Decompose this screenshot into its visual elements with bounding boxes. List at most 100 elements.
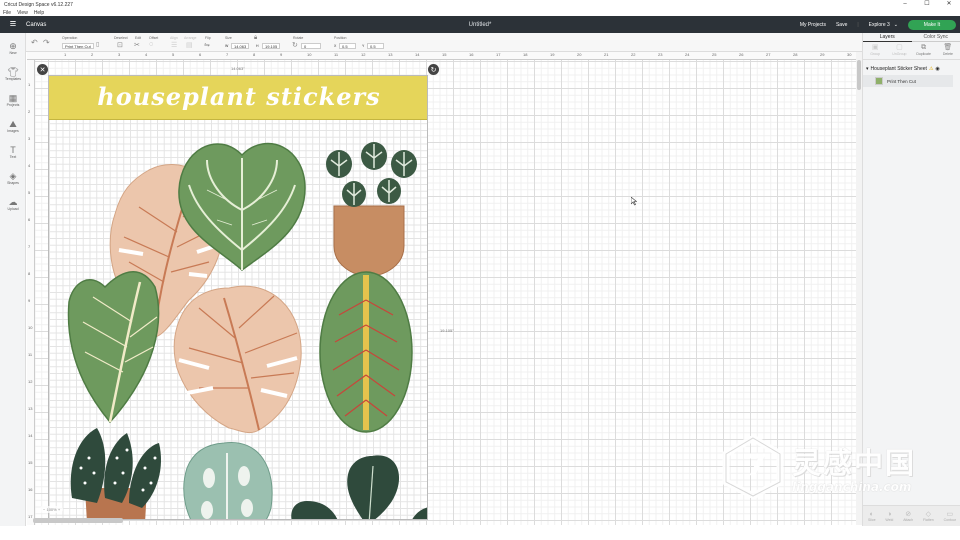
size-width-input[interactable]: 14.063 [231,43,249,49]
delete-button[interactable]: 🗑︎ Delete [937,44,959,59]
sidebar-item-label: Images [7,129,19,133]
ruler-tick-label: 16 [469,52,474,57]
weld-label: Weld [885,517,894,522]
ungroup-icon: ▢ [896,44,903,51]
images-icon: ⛰ [9,119,17,129]
machine-selector[interactable]: Explore 3 ⌄ [869,22,898,28]
sticker-philodendron [291,455,427,519]
maximize-button[interactable]: ☐ [916,0,938,9]
delete-handle-icon[interactable]: ✕ [37,64,48,75]
undo-icon[interactable]: ↶ [31,38,38,47]
operation-info-icon[interactable]: ▯ [96,41,99,48]
ungroup-label: UnGroup [892,52,907,56]
flip-icon[interactable]: ⇋ [204,41,210,49]
sidebar-item-new[interactable]: ⊕ New [0,41,26,55]
contour-button[interactable]: ▭ Contour [944,510,956,522]
horizontal-scrollbar[interactable] [33,518,123,523]
trash-icon: 🗑︎ [943,44,953,51]
ruler-tick-label: 7 [226,52,229,57]
sidebar-item-text[interactable]: T Text [0,145,26,159]
layer-group-row[interactable]: ▾ Houseplant Sticker Sheet ⚠ ◉ [863,63,960,74]
vertical-scrollbar[interactable] [857,60,861,90]
sticker-artwork [67,142,427,519]
contour-icon: ▭ [946,511,954,518]
ruler-tick-label: 6 [199,52,202,57]
duplicate-button[interactable]: ⧉ Duplicate [913,44,935,59]
make-it-button[interactable]: Make It [908,19,956,30]
tab-layers[interactable]: Layers [863,33,912,42]
ruler-tick-label: 3 [118,52,121,57]
ruler-tick-label: 25 [712,52,717,57]
my-projects-link[interactable]: My Projects [800,22,826,28]
ruler-tick-label: 14 [415,52,420,57]
hamburger-menu-icon[interactable]: ≡ [0,16,26,33]
rotate-handle-icon[interactable]: ↻ [428,64,439,75]
ruler-tick-label: 10 [307,52,312,57]
zoom-in-icon[interactable]: + [58,507,60,512]
shapes-icon: ◈ [9,171,17,181]
offset-icon[interactable]: ◌ [149,41,153,48]
ruler-tick-label: 15 [442,52,447,57]
sidebar-item-upload[interactable]: ☁ Upload [0,197,26,211]
align-icon[interactable]: ☰ [171,41,177,49]
sidebar-item-images[interactable]: ⛰ Images [0,119,26,133]
header-actions: My Projects Save | Explore 3 ⌄ Make It [800,16,956,33]
contour-label: Contour [943,518,957,522]
lock-icon[interactable]: 🔒︎ [254,35,257,42]
text-icon: T [10,145,16,155]
ruler-tick-label: 29 [820,52,825,57]
menu-view[interactable]: View [17,10,28,16]
ruler-tick-label: 17 [28,514,33,519]
ungroup-button[interactable]: ▢ UnGroup [888,44,910,59]
align-label: Align [170,36,178,40]
minimize-button[interactable]: – [894,0,916,9]
zoom-control[interactable]: − 100% + [40,506,64,513]
sticker-monstera-adansonii [183,441,273,519]
menu-help[interactable]: Help [34,10,44,16]
position-x-input[interactable]: 0.5 [339,43,356,49]
sidebar-item-shapes[interactable]: ◈ Shapes [0,171,26,185]
attach-label: Attach [903,518,914,522]
save-button[interactable]: Save [836,22,847,28]
scissors-icon[interactable]: ✂ [134,41,140,49]
group-button[interactable]: ▣ Group [864,44,886,59]
operation-select[interactable]: Print Then Cut [62,43,94,49]
attach-button[interactable]: ⊘ Attach [903,510,913,522]
watermark: 灵感中国 lingganchina.com [722,436,940,500]
rotate-input[interactable]: 0 [301,43,321,49]
slice-icon: ◐ [869,510,874,518]
ruler-tick-label: 8 [253,52,256,57]
menu-file[interactable]: File [3,10,11,16]
ruler-tick-label: 30 [847,52,852,57]
close-window-button[interactable]: ✕ [938,0,960,9]
warning-icon: ⚠ [928,65,934,72]
ruler-tick-label: 4 [28,163,31,168]
sidebar-item-projects[interactable]: ▦ Projects [0,93,26,107]
weld-button[interactable]: ◑ Weld [885,511,893,522]
size-height-input[interactable]: 19.105 [262,43,280,49]
deselect-label: Deselect [114,36,128,40]
chevron-down-icon[interactable]: ▾ [866,66,869,72]
slice-button[interactable]: ◐ Slice [868,511,876,522]
rotate-icon[interactable]: ↻ [292,41,298,49]
zoom-out-icon[interactable]: − [43,507,45,512]
flatten-button[interactable]: ◇ Flatten [923,510,934,522]
sticker-sheet[interactable]: houseplant stickers [48,75,428,520]
ruler-tick-label: 3 [28,136,31,141]
position-y-input[interactable]: 0.5 [367,43,384,49]
visibility-eye-icon[interactable]: ◉ [935,66,939,72]
panel-tabs: Layers Color Sync [863,33,960,42]
flatten-label: Flatten [923,518,934,522]
delete-label: Delete [942,52,953,56]
deselect-icon[interactable]: ⊡ [117,41,123,49]
upload-icon: ☁ [8,197,18,207]
redo-icon[interactable]: ↷ [43,38,50,47]
sidebar-item-label: Shapes [7,181,19,185]
sidebar-item-templates[interactable]: 👕︎ Templates [0,67,26,81]
watermark-url-text: lingganchina.com [792,480,912,494]
arrange-icon[interactable]: ▤ [186,41,193,49]
group-label: Group [870,52,880,56]
layer-row[interactable]: Print Then Cut [863,75,953,87]
zoom-level: 100% [46,507,57,512]
tab-color-sync[interactable]: Color Sync [911,33,960,42]
